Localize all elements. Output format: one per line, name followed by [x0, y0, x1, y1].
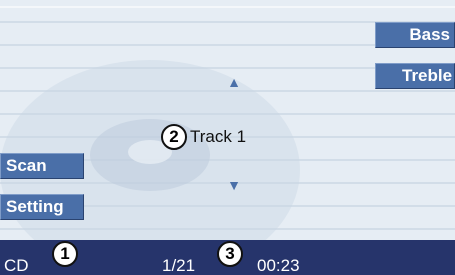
top-divider — [0, 6, 455, 8]
triangle-up-icon[interactable]: ▲ — [226, 75, 242, 89]
source-label: CD — [4, 256, 29, 275]
track-title: Track 1 — [190, 127, 247, 146]
callout-badge-1: 1 — [52, 241, 78, 267]
callout-badge-3: 3 — [217, 241, 243, 267]
scan-button[interactable]: Scan — [0, 153, 84, 179]
play-time: 00:23 — [257, 256, 300, 275]
triangle-down-icon[interactable]: ▼ — [226, 178, 242, 192]
treble-button[interactable]: Treble — [375, 63, 455, 89]
callout-badge-2: 2 — [161, 124, 187, 150]
bass-button[interactable]: Bass — [375, 22, 455, 48]
audio-screen: Bass Treble Scan Setting ▲ ▼ 2 Track 1 C… — [0, 0, 455, 275]
setting-button[interactable]: Setting — [0, 194, 84, 220]
track-count: 1/21 — [162, 256, 196, 275]
